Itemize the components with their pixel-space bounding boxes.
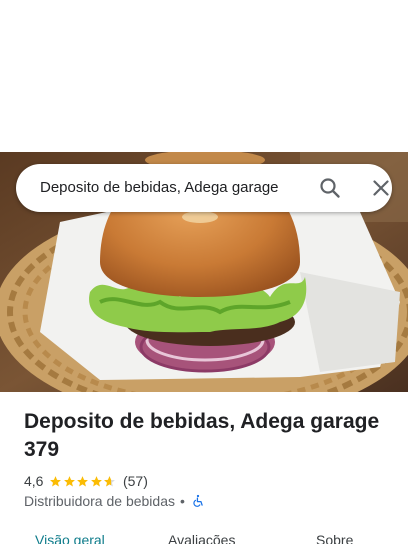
star-icon xyxy=(91,475,102,486)
rating-row[interactable]: 4,6 (57) xyxy=(24,471,148,491)
category-row: Distribuidora de bebidas • xyxy=(24,492,205,510)
tab-overview[interactable]: Visão geral xyxy=(35,532,105,544)
top-blank-area xyxy=(0,0,408,152)
place-category: Distribuidora de bebidas xyxy=(24,493,175,509)
close-icon[interactable] xyxy=(369,176,393,200)
star-half-icon xyxy=(104,475,116,486)
review-count[interactable]: (57) xyxy=(123,473,148,489)
star-icon xyxy=(50,475,62,486)
search-icon[interactable] xyxy=(318,176,342,200)
wheelchair-accessible-icon xyxy=(193,494,203,507)
star-rating xyxy=(49,475,117,488)
star-icon xyxy=(77,475,89,486)
rating-value: 4,6 xyxy=(24,473,44,489)
search-bar[interactable]: Deposito de bebidas, Adega garage xyxy=(16,164,392,212)
separator-dot: • xyxy=(179,493,185,509)
star-icon xyxy=(64,475,75,486)
tab-reviews[interactable]: Avaliações xyxy=(168,532,235,544)
place-title: Deposito de bebidas, Adega garage 379 xyxy=(24,410,380,461)
tab-about[interactable]: Sobre xyxy=(316,532,353,544)
place-tabs: Visão geral Avaliações Sobre xyxy=(0,528,408,544)
search-input[interactable]: Deposito de bebidas, Adega garage xyxy=(40,164,300,212)
